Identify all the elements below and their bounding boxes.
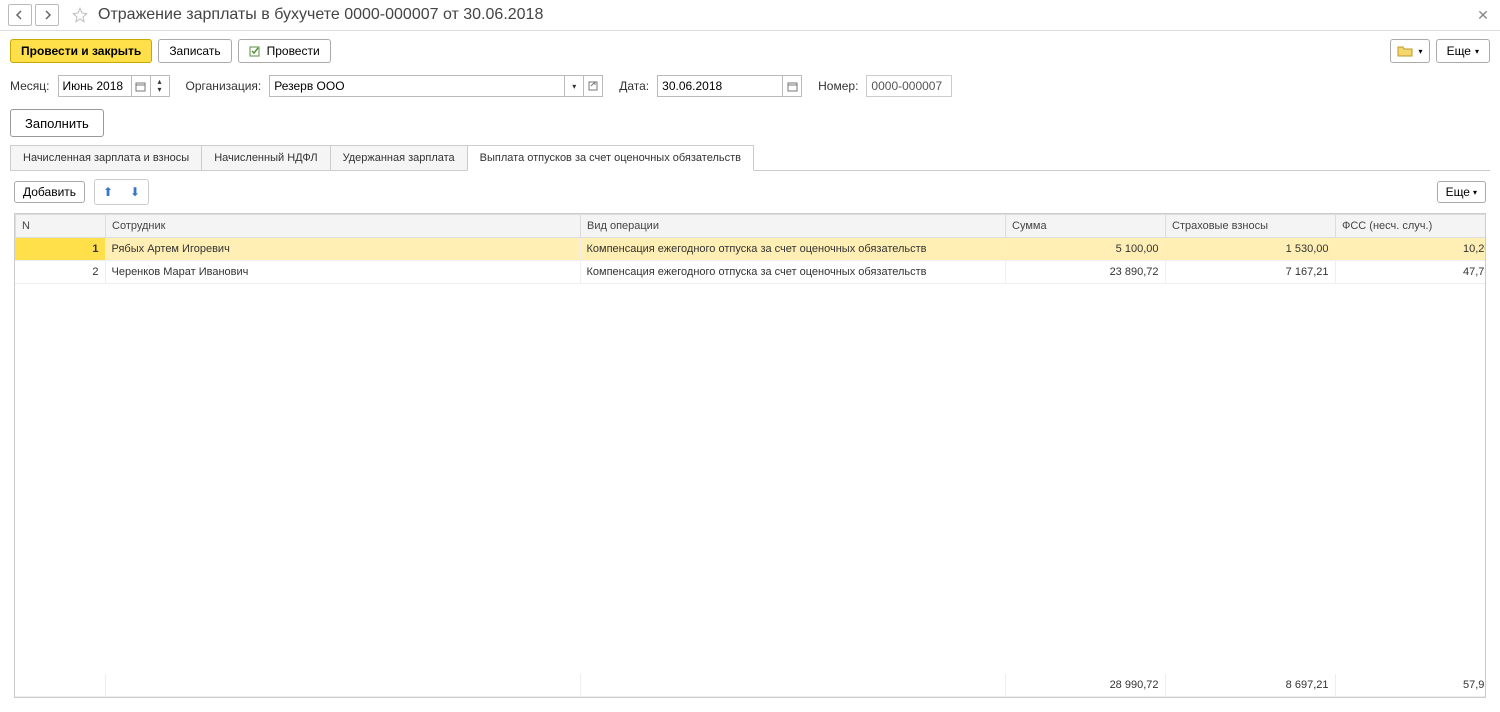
cell-operation: Компенсация ежегодного отпуска за счет о…	[580, 261, 1005, 284]
month-label: Месяц:	[10, 79, 50, 93]
toolbar-more-label: Еще	[1447, 44, 1471, 58]
tab-withheld-salary[interactable]: Удержанная зарплата	[330, 145, 468, 171]
arrow-down-icon: ⬇	[130, 185, 140, 199]
post-button-label: Провести	[267, 44, 320, 58]
org-label: Организация:	[186, 79, 262, 93]
cell-n: 2	[15, 261, 105, 284]
table-more-label: Еще	[1446, 185, 1470, 199]
cell-employee: Рябых Артем Игоревич	[105, 238, 580, 261]
table-more-button[interactable]: Еще ▾	[1437, 181, 1486, 203]
chevron-down-icon: ▾	[1473, 188, 1477, 197]
cell-insurance: 1 530,00	[1165, 238, 1335, 261]
back-button[interactable]	[8, 4, 32, 26]
move-up-button[interactable]: ⬆	[96, 181, 120, 203]
cell-fss: 10,20	[1335, 238, 1485, 261]
cell-sum: 23 890,72	[1005, 261, 1165, 284]
forward-button[interactable]	[35, 4, 59, 26]
date-calendar-button[interactable]	[782, 75, 802, 97]
post-and-close-button[interactable]: Провести и закрыть	[10, 39, 152, 63]
favorite-button[interactable]	[68, 4, 92, 26]
num-label: Номер:	[818, 79, 858, 93]
calendar-icon	[135, 81, 146, 92]
write-button[interactable]: Записать	[158, 39, 231, 63]
arrow-right-icon	[42, 10, 52, 20]
total-insurance: 8 697,21	[1165, 674, 1335, 697]
col-header-employee[interactable]: Сотрудник	[106, 215, 581, 238]
close-icon: ✕	[1477, 7, 1489, 24]
date-input[interactable]	[657, 75, 783, 97]
toolbar-more-button[interactable]: Еще ▾	[1436, 39, 1490, 63]
post-icon	[249, 44, 263, 58]
total-sum: 28 990,72	[1005, 674, 1165, 697]
fill-button[interactable]: Заполнить	[10, 109, 104, 137]
cell-n: 1	[15, 238, 105, 261]
page-title: Отражение зарплаты в бухучете 0000-00000…	[98, 6, 1474, 24]
table-row[interactable]: 1 Рябых Артем Игоревич Компенсация ежего…	[15, 238, 1485, 261]
folder-icon	[1397, 44, 1413, 58]
cell-employee: Черенков Марат Иванович	[105, 261, 580, 284]
date-label: Дата:	[619, 79, 649, 93]
col-header-sum[interactable]: Сумма	[1006, 215, 1166, 238]
month-calendar-button[interactable]	[131, 75, 151, 97]
org-dropdown-button[interactable]: ▾	[564, 75, 584, 97]
tab-vacation-payment[interactable]: Выплата отпусков за счет оценочных обяза…	[467, 145, 754, 171]
star-icon	[72, 7, 88, 23]
chevron-down-icon: ▾	[1475, 47, 1479, 56]
col-header-fss[interactable]: ФСС (несч. случ.)	[1336, 215, 1487, 238]
total-fss: 57,98	[1335, 674, 1486, 697]
col-header-n[interactable]: N	[16, 215, 106, 238]
chevron-down-icon: ▾	[1419, 47, 1423, 56]
post-button[interactable]: Провести	[238, 39, 331, 63]
tab-accrued-salary[interactable]: Начисленная зарплата и взносы	[10, 145, 202, 171]
attachment-button[interactable]: ▾	[1390, 39, 1430, 63]
org-input[interactable]	[269, 75, 565, 97]
cell-sum: 5 100,00	[1005, 238, 1165, 261]
arrow-left-icon	[15, 10, 25, 20]
col-header-operation[interactable]: Вид операции	[581, 215, 1006, 238]
org-open-button[interactable]	[583, 75, 603, 97]
num-input[interactable]	[866, 75, 952, 97]
caret-down-icon: ▾	[158, 86, 162, 94]
cell-operation: Компенсация ежегодного отпуска за счет о…	[580, 238, 1005, 261]
calendar-icon	[787, 81, 798, 92]
arrow-up-icon: ⬆	[103, 185, 113, 199]
cell-fss: 47,78	[1335, 261, 1485, 284]
move-down-button[interactable]: ⬇	[123, 181, 147, 203]
col-header-insurance[interactable]: Страховые взносы	[1166, 215, 1336, 238]
tab-accrued-ndfl[interactable]: Начисленный НДФЛ	[201, 145, 330, 171]
close-button[interactable]: ✕	[1474, 6, 1492, 24]
cell-insurance: 7 167,21	[1165, 261, 1335, 284]
month-spinner-button[interactable]: ▴▾	[150, 75, 170, 97]
open-icon	[588, 81, 598, 91]
table-row[interactable]: 2 Черенков Марат Иванович Компенсация еж…	[15, 261, 1485, 284]
month-input[interactable]	[58, 75, 132, 97]
add-row-button[interactable]: Добавить	[14, 181, 85, 203]
chevron-down-icon: ▾	[572, 82, 576, 91]
